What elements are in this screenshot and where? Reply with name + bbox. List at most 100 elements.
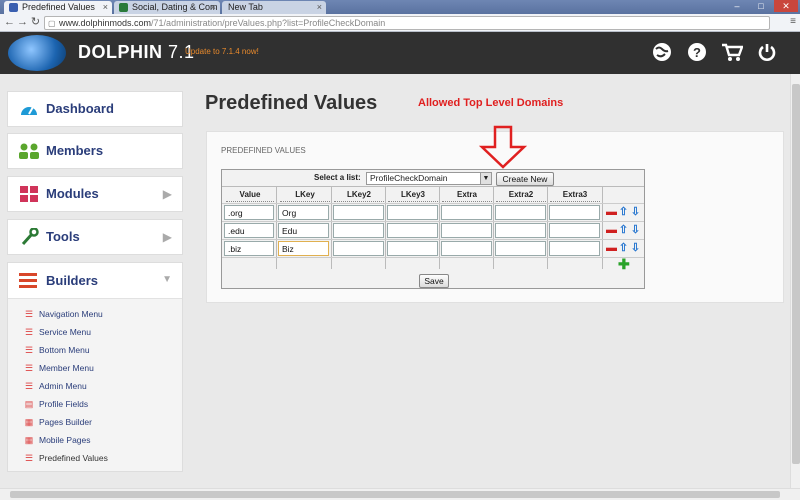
sidebar-item-tools[interactable]: Tools ▶ (7, 219, 183, 255)
extra-input[interactable] (441, 205, 492, 220)
pages-icon: ▦ (24, 417, 34, 427)
extra-input[interactable] (441, 223, 492, 238)
sidebar-item-label: Builders (46, 273, 99, 288)
builder-bottom-menu[interactable]: ☰ Bottom Menu (24, 343, 90, 357)
cart-icon[interactable] (721, 42, 744, 64)
window-close-icon[interactable]: ✕ (774, 0, 798, 12)
back-icon[interactable]: ← (3, 16, 16, 29)
remove-row-icon[interactable]: ▬ (606, 225, 617, 236)
extra-input[interactable] (441, 241, 492, 256)
remove-row-icon[interactable]: ▬ (606, 243, 617, 254)
forward-icon[interactable]: → (16, 16, 29, 29)
vertical-scrollbar[interactable] (790, 74, 800, 488)
grid-line (222, 221, 644, 222)
create-new-button[interactable]: Create New (496, 172, 554, 186)
builder-service-menu[interactable]: ☰ Service Menu (24, 325, 91, 339)
list-select[interactable]: ProfileCheckDomain ▼ (366, 172, 492, 185)
grid-line (222, 239, 644, 240)
close-icon[interactable]: × (103, 1, 108, 14)
sidebar-item-modules[interactable]: Modules ▶ (7, 176, 183, 212)
lkey-input[interactable] (278, 241, 329, 256)
extra2-input[interactable] (495, 223, 546, 238)
maximize-icon[interactable]: □ (749, 0, 773, 12)
browser-tab[interactable]: Predefined Values × (4, 1, 112, 14)
builder-member-menu[interactable]: ☰ Member Menu (24, 361, 94, 375)
browser-tab[interactable]: Social, Dating & Com × (114, 1, 220, 14)
value-input[interactable] (224, 241, 274, 256)
lkey3-input[interactable] (387, 223, 438, 238)
list-select-value: ProfileCheckDomain (370, 173, 448, 183)
update-link[interactable]: Update to 7.1.4 now! (185, 47, 259, 56)
url-field[interactable]: ▢ www.dolphinmods.com/71/administration/… (44, 16, 770, 30)
lkey2-input[interactable] (333, 223, 384, 238)
reload-icon[interactable]: ↻ (29, 16, 42, 29)
help-icon[interactable]: ? (686, 42, 708, 64)
move-down-icon[interactable]: ⇩ (630, 225, 641, 236)
extra2-input[interactable] (495, 241, 546, 256)
move-down-icon[interactable]: ⇩ (630, 207, 641, 218)
lkey2-input[interactable] (333, 241, 384, 256)
column-header: Extra3 (550, 188, 600, 202)
builder-profile-fields[interactable]: ▤ Profile Fields (24, 397, 88, 411)
lkey2-input[interactable] (333, 205, 384, 220)
minimize-icon[interactable]: – (725, 0, 749, 12)
builder-pages-builder[interactable]: ▦ Pages Builder (24, 415, 92, 429)
browser-tab[interactable]: New Tab × (222, 1, 326, 14)
chevron-right-icon: ▶ (162, 187, 172, 201)
tab-label: New Tab (228, 2, 263, 12)
lkey3-input[interactable] (387, 241, 438, 256)
extra3-input[interactable] (549, 223, 600, 238)
column-header: Value (226, 188, 274, 202)
sidebar-item-builders[interactable]: Builders ▼ (8, 263, 182, 299)
builder-predefined-values[interactable]: ☰ Predefined Values (24, 451, 108, 465)
add-row-icon[interactable]: ✚ (618, 257, 630, 271)
column-header: LKey2 (334, 188, 384, 202)
close-icon[interactable]: × (211, 1, 216, 14)
down-arrow-icon (478, 125, 528, 169)
value-input[interactable] (224, 205, 274, 220)
move-up-icon[interactable]: ⇧ (618, 207, 629, 218)
menu-list-icon: ☰ (24, 345, 34, 355)
select-list-label: Select a list: (314, 173, 361, 182)
builder-navigation-menu[interactable]: ☰ Navigation Menu (24, 307, 103, 321)
wrench-icon (18, 227, 40, 248)
sidebar-item-members[interactable]: Members (7, 133, 183, 169)
modules-icon (18, 185, 40, 205)
close-icon[interactable]: × (317, 1, 322, 14)
value-input[interactable] (224, 223, 274, 238)
move-up-icon[interactable]: ⇧ (618, 225, 629, 236)
dolphin-logo-icon[interactable] (8, 35, 66, 71)
remove-row-icon[interactable]: ▬ (606, 207, 617, 218)
sidebar-builders-section: Builders ▼ ☰ Navigation Menu ☰ Service Men… (7, 262, 183, 472)
page-icon: ▢ (48, 19, 56, 28)
annotation-label: Allowed Top Level Domains (418, 97, 564, 109)
url-host: www.dolphinmods.com (59, 18, 152, 28)
grid-icon: ▦ (24, 435, 34, 445)
extra2-input[interactable] (495, 205, 546, 220)
tab-label: Predefined Values (22, 2, 95, 12)
scrollbar-thumb[interactable] (792, 84, 800, 464)
extra3-input[interactable] (549, 205, 600, 220)
globe-icon[interactable] (651, 42, 673, 64)
lkey-input[interactable] (278, 205, 329, 220)
power-icon[interactable] (756, 42, 778, 64)
sidebar-item-dashboard[interactable]: Dashboard (7, 91, 183, 127)
save-button[interactable]: Save (419, 274, 449, 288)
favicon-icon (9, 3, 18, 12)
page-title: Predefined Values (205, 92, 378, 114)
url-path: /71/administration/preValues.php?list=Pr… (151, 18, 386, 28)
builder-mobile-pages[interactable]: ▦ Mobile Pages (24, 433, 91, 447)
move-down-icon[interactable]: ⇩ (630, 243, 641, 254)
menu-icon[interactable]: ≡ (790, 16, 796, 27)
lkey-input[interactable] (278, 223, 329, 238)
lkey3-input[interactable] (387, 205, 438, 220)
menu-list-icon: ☰ (24, 453, 34, 463)
scrollbar-thumb[interactable] (10, 491, 780, 498)
column-header: Extra2 (496, 188, 546, 202)
sidebar-item-label: Modules (46, 186, 99, 201)
move-up-icon[interactable]: ⇧ (618, 243, 629, 254)
horizontal-scrollbar[interactable] (0, 488, 800, 500)
extra3-input[interactable] (549, 241, 600, 256)
chevron-right-icon: ▶ (162, 230, 172, 244)
builder-admin-menu[interactable]: ☰ Admin Menu (24, 379, 87, 393)
